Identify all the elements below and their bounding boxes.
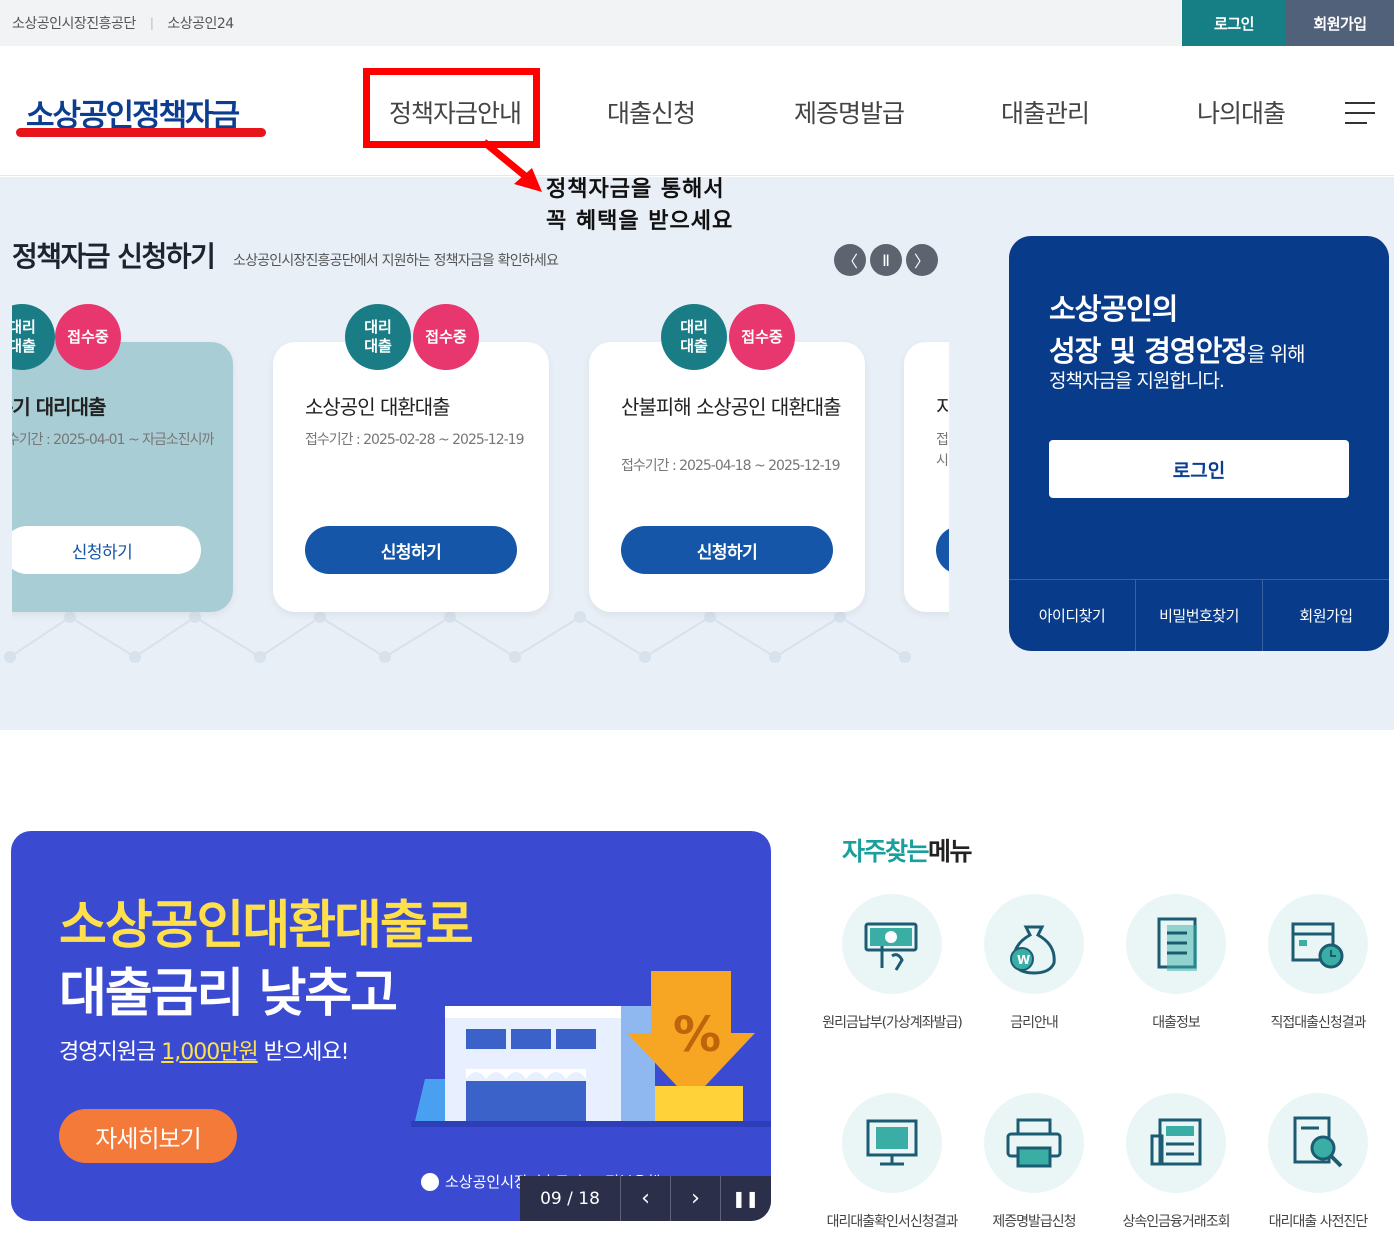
quick-menu-interest[interactable]: W 금리안내 (963, 894, 1105, 1033)
loan-type-badge: 대리 대출 (661, 304, 727, 370)
nav-certificate[interactable]: 제증명발급 (794, 94, 905, 130)
quick-menu-label: 제증명발급신청 (992, 1214, 1076, 1230)
quick-menu-direct-result[interactable]: 직접대출신청결과 (1247, 894, 1389, 1033)
fund-card-title: 산불피해 소상공인 대환대출 (621, 395, 842, 419)
banner-subtitle: 경영지원금 1,000만원 받으세요! (59, 1040, 349, 1065)
banner-title-2: 대출금리 낮추고 (59, 964, 398, 1024)
fund-card-title: 분기 대리대출 (12, 395, 106, 419)
quick-menu-label: 대출정보 (1152, 1015, 1201, 1031)
fund-section-desc: 소상공인시장진흥공단에서 지원하는 정책자금을 확인하세요 (233, 253, 559, 269)
apply-button[interactable]: 신청하기 (305, 526, 517, 574)
banner-controls: 09 / 18 ‹ › ❚❚ (520, 1176, 771, 1221)
fund-card-period: 접수기간 : 2025-04-01 ~ 자금소진시까지 (12, 432, 214, 448)
status-badge: 접수중 (729, 304, 795, 370)
money-bag-icon: W (984, 894, 1084, 994)
quick-menu-title: 자주찾는메뉴 (842, 837, 973, 866)
fund-card-title: 지 (936, 395, 949, 419)
document-icon (1126, 894, 1226, 994)
quick-menu-inheritance[interactable]: 상속인금융거래조회 (1105, 1093, 1247, 1232)
store-illustration: % (411, 971, 771, 1127)
carousel-pause-button[interactable]: Ⅱ (870, 244, 902, 276)
calendar-clock-icon (1268, 894, 1368, 994)
status-badge: 접수중 (55, 304, 121, 370)
annotation-line-2: 꼭 혜택을 받으세요 (546, 209, 734, 234)
top-login-button[interactable]: 로그인 (1182, 0, 1286, 46)
fund-card[interactable]: 대리 대출 접수중 분기 대리대출 접수기간 : 2025-04-01 ~ 자금… (12, 304, 233, 612)
login-panel: 소상공인의 성장 및 경영안정을 위해 정책자금을 지원합니다. 로그인 아이디… (1009, 236, 1389, 651)
fund-card[interactable]: 대리 대출 접수중 산불피해 소상공인 대환대출 접수기간 : 2025-04-… (589, 304, 865, 612)
shield-icon (421, 1172, 439, 1191)
quick-menu-label: 원리금납부(가상계좌발급) (822, 1015, 963, 1031)
annotation-text: 정책자금을 통해서 꼭 혜택을 받으세요 (546, 174, 733, 238)
payment-icon (842, 894, 942, 994)
link-sbiz24[interactable]: 소상공인24 (167, 13, 234, 33)
carousel-next-button[interactable]: 〉 (906, 244, 938, 276)
apply-button[interactable] (936, 526, 949, 574)
apply-button[interactable]: 신청하기 (12, 526, 201, 574)
fund-card-period: 접수기간 : 2025-04-18 ~ 2025-12-19 (621, 458, 841, 474)
status-badge: 접수중 (413, 304, 479, 370)
fund-card-title: 소상공인 대환대출 (305, 395, 451, 419)
quick-menu-label: 대리대출확인서신청결과 (826, 1214, 959, 1230)
svg-text:W: W (1017, 953, 1030, 967)
annotation-line-1: 정책자금을 통해서 (546, 177, 725, 202)
find-password-link[interactable]: 비밀번호찾기 (1136, 580, 1263, 651)
login-panel-line2: 성장 및 경영안정을 위해 (1049, 334, 1306, 368)
fund-card[interactable]: 지 접 시 (904, 342, 949, 612)
pause-icon[interactable]: ❚❚ (720, 1176, 770, 1221)
fund-card-period: 접수기간 : 2025-02-28 ~ 2025-12-19 (305, 432, 525, 448)
main-header: 소상공인정책자금 정책자금안내 대출신청 제증명발급 대출관리 나의대출 (0, 46, 1394, 176)
banner-more-button[interactable]: 자세히보기 (59, 1109, 237, 1163)
login-panel-line3: 정책자금을 지원합니다. (1049, 370, 1225, 392)
quick-menu-label: 대리대출 사전진단 (1268, 1214, 1369, 1230)
logo-underline-annotation (16, 128, 266, 137)
quick-menu-label: 직접대출신청결과 (1270, 1015, 1366, 1031)
panel-login-button[interactable]: 로그인 (1049, 440, 1349, 498)
top-utility-bar: 소상공인시장진흥공단 | 소상공인24 로그인 회원가입 (0, 0, 1394, 46)
link-semas[interactable]: 소상공인시장진흥공단 (12, 13, 136, 33)
quick-menu-pre-diagnosis[interactable]: 대리대출 사전진단 (1247, 1093, 1389, 1232)
carousel-prev-button[interactable]: 〈 (834, 244, 866, 276)
banner-page-indicator: 09 / 18 (540, 1188, 600, 1209)
utility-links: 소상공인시장진흥공단 | 소상공인24 (12, 13, 234, 33)
fund-card-carousel: 대리 대출 접수중 분기 대리대출 접수기간 : 2025-04-01 ~ 자금… (12, 287, 949, 627)
account-links: 아이디찾기 비밀번호찾기 회원가입 (1009, 579, 1389, 651)
monitor-icon (842, 1093, 942, 1193)
nav-loan-manage[interactable]: 대출관리 (1001, 94, 1090, 130)
policy-fund-section: 정책자금 신청하기 소상공인시장진흥공단에서 지원하는 정책자금을 확인하세요 … (0, 177, 1394, 730)
quick-menu-label: 상속인금융거래조회 (1122, 1214, 1231, 1230)
quick-menu-proxy-result[interactable]: 대리대출확인서신청결과 (821, 1093, 963, 1232)
banner-title-1: 소상공인대환대출로 (59, 896, 474, 956)
login-panel-line1: 소상공인의 (1049, 292, 1178, 326)
fund-section-title: 정책자금 신청하기 (12, 240, 216, 273)
promo-banner[interactable]: 소상공인대환대출로 대출금리 낮추고 경영지원금 1,000만원 받으세요! 자… (11, 831, 771, 1221)
quick-menu-loan-info[interactable]: 대출정보 (1105, 894, 1247, 1033)
nav-my-loan[interactable]: 나의대출 (1197, 94, 1286, 130)
hamburger-menu-icon[interactable] (1345, 100, 1377, 126)
printer-icon (984, 1093, 1084, 1193)
quick-menu-certificate[interactable]: 제증명발급신청 (963, 1093, 1105, 1232)
divider: | (149, 16, 154, 30)
chevron-right-icon[interactable]: › (670, 1176, 720, 1221)
apply-button[interactable]: 신청하기 (621, 526, 833, 574)
fund-card[interactable]: 대리 대출 접수중 소상공인 대환대출 접수기간 : 2025-02-28 ~ … (273, 304, 549, 612)
loan-type-badge: 대리 대출 (345, 304, 411, 370)
nav-loan-apply[interactable]: 대출신청 (607, 94, 696, 130)
newspaper-icon (1126, 1093, 1226, 1193)
search-document-icon (1268, 1093, 1368, 1193)
find-id-link[interactable]: 아이디찾기 (1009, 580, 1136, 651)
loan-type-badge: 대리 대출 (12, 304, 55, 370)
top-join-button[interactable]: 회원가입 (1286, 0, 1394, 46)
quick-menu-payment[interactable]: 원리금납부(가상계좌발급) (821, 894, 963, 1033)
chevron-left-icon[interactable]: ‹ (620, 1176, 670, 1221)
fund-card-period: 접 시 (936, 432, 949, 469)
panel-join-link[interactable]: 회원가입 (1263, 580, 1389, 651)
quick-menu-label: 금리안내 (1010, 1015, 1059, 1031)
percent-text: % (673, 1007, 721, 1063)
